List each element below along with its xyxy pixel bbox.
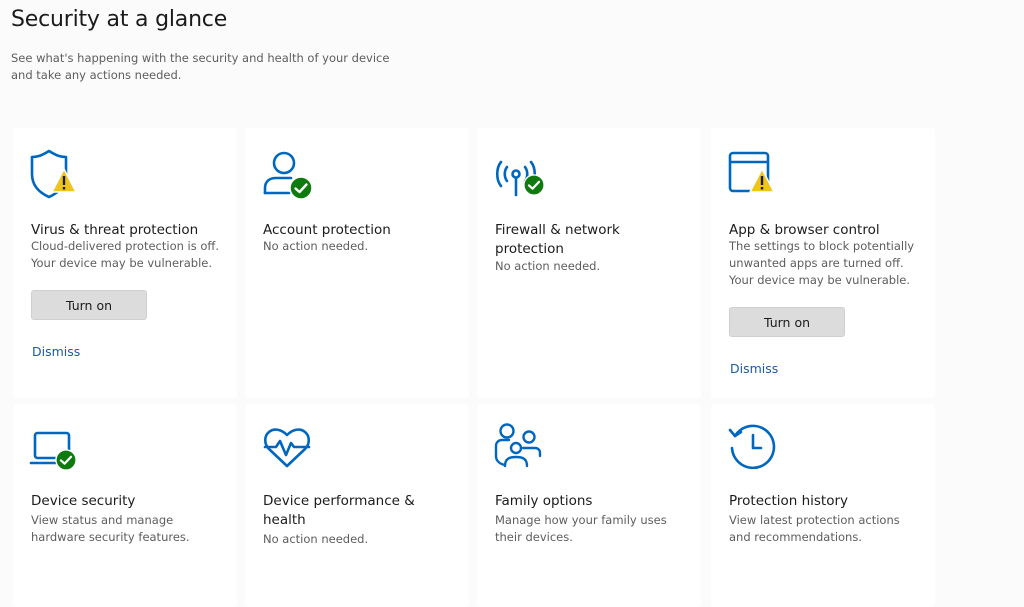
heart-pulse-icon <box>261 424 317 476</box>
tile-description-line: Your device may be vulnerable. <box>31 256 213 270</box>
subtitle-line: See what's happening with the security a… <box>11 51 390 65</box>
person-icon <box>261 148 317 200</box>
tile-description-line: hardware security features. <box>31 530 190 544</box>
check-badge-icon <box>523 174 545 196</box>
page-title: Security at a glance <box>11 7 228 32</box>
tile-description-line: their devices. <box>495 530 573 544</box>
warning-badge-icon <box>749 168 775 193</box>
tile-description: View latest protection actions and recom… <box>729 512 934 546</box>
tile-title-line: health <box>263 512 306 528</box>
tile-title-line: Firewall & network <box>495 222 620 238</box>
tile-description-line: View latest protection actions <box>729 513 900 527</box>
tile-description-line: The settings to block potentially <box>729 239 915 253</box>
turn-on-button[interactable]: Turn on <box>31 290 147 320</box>
tile-title-line: protection <box>495 241 564 257</box>
tile-protection-history[interactable]: Protection history View latest protectio… <box>711 404 935 607</box>
tile-description: No action needed. <box>495 258 700 275</box>
tile-description-line: No action needed. <box>263 532 369 546</box>
tile-title: Protection history <box>729 492 929 511</box>
tile-title: Family options <box>495 492 695 511</box>
tile-title: Device performance & health <box>263 492 463 530</box>
dismiss-link[interactable]: Dismiss <box>32 344 80 359</box>
tile-family-options[interactable]: Family options Manage how your family us… <box>477 404 701 607</box>
history-clock-icon <box>727 422 783 474</box>
tile-title: Firewall & network protection <box>495 221 695 259</box>
tile-app-browser-control[interactable]: App & browser control The settings to bl… <box>711 128 935 398</box>
tile-description: Manage how your family uses their device… <box>495 512 700 546</box>
tile-title-line: Device performance & <box>263 493 415 509</box>
tile-description-line: Cloud-delivered protection is off. <box>31 239 220 253</box>
tile-description-line: Manage how your family uses <box>495 513 667 527</box>
subtitle-line: and take any actions needed. <box>11 68 182 82</box>
tile-firewall-network-protection[interactable]: Firewall & network protection No action … <box>477 128 701 398</box>
tile-description-line: Your device may be vulnerable. <box>729 273 911 287</box>
tile-description-line: View status and manage <box>31 513 174 527</box>
tile-description: Cloud-delivered protection is off. Your … <box>31 238 236 272</box>
tile-device-security[interactable]: Device security View status and manage h… <box>13 404 237 607</box>
tile-title-line: Family options <box>495 493 593 509</box>
tile-title-line: Device security <box>31 493 136 509</box>
check-badge-icon <box>289 176 313 200</box>
page-subtitle: See what's happening with the security a… <box>11 50 411 84</box>
tile-description-line: No action needed. <box>495 259 601 273</box>
tile-virus-threat-protection[interactable]: Virus & threat protection Cloud-delivere… <box>13 128 237 398</box>
antenna-icon <box>493 148 549 200</box>
shield-icon <box>29 148 85 200</box>
browser-window-icon <box>727 148 783 200</box>
tile-description-line: unwanted apps are turned off. <box>729 256 904 270</box>
check-badge-icon <box>55 449 77 471</box>
tile-description-line: and recommendations. <box>729 530 862 544</box>
tile-description: The settings to block potentially unwant… <box>729 238 934 289</box>
dismiss-link[interactable]: Dismiss <box>730 361 778 376</box>
laptop-icon <box>29 430 85 482</box>
tile-description: No action needed. <box>263 531 468 548</box>
tile-title: Device security <box>31 492 231 511</box>
tile-account-protection[interactable]: Account protection No action needed. <box>245 128 469 398</box>
tile-title-line: Protection history <box>729 493 849 509</box>
warning-badge-icon <box>51 168 77 193</box>
turn-on-button[interactable]: Turn on <box>729 307 845 337</box>
tile-device-performance-health[interactable]: Device performance & health No action ne… <box>245 404 469 607</box>
tile-description: No action needed. <box>263 238 468 255</box>
family-icon <box>493 422 549 474</box>
tile-description-line: No action needed. <box>263 239 369 253</box>
tile-description: View status and manage hardware security… <box>31 512 236 546</box>
